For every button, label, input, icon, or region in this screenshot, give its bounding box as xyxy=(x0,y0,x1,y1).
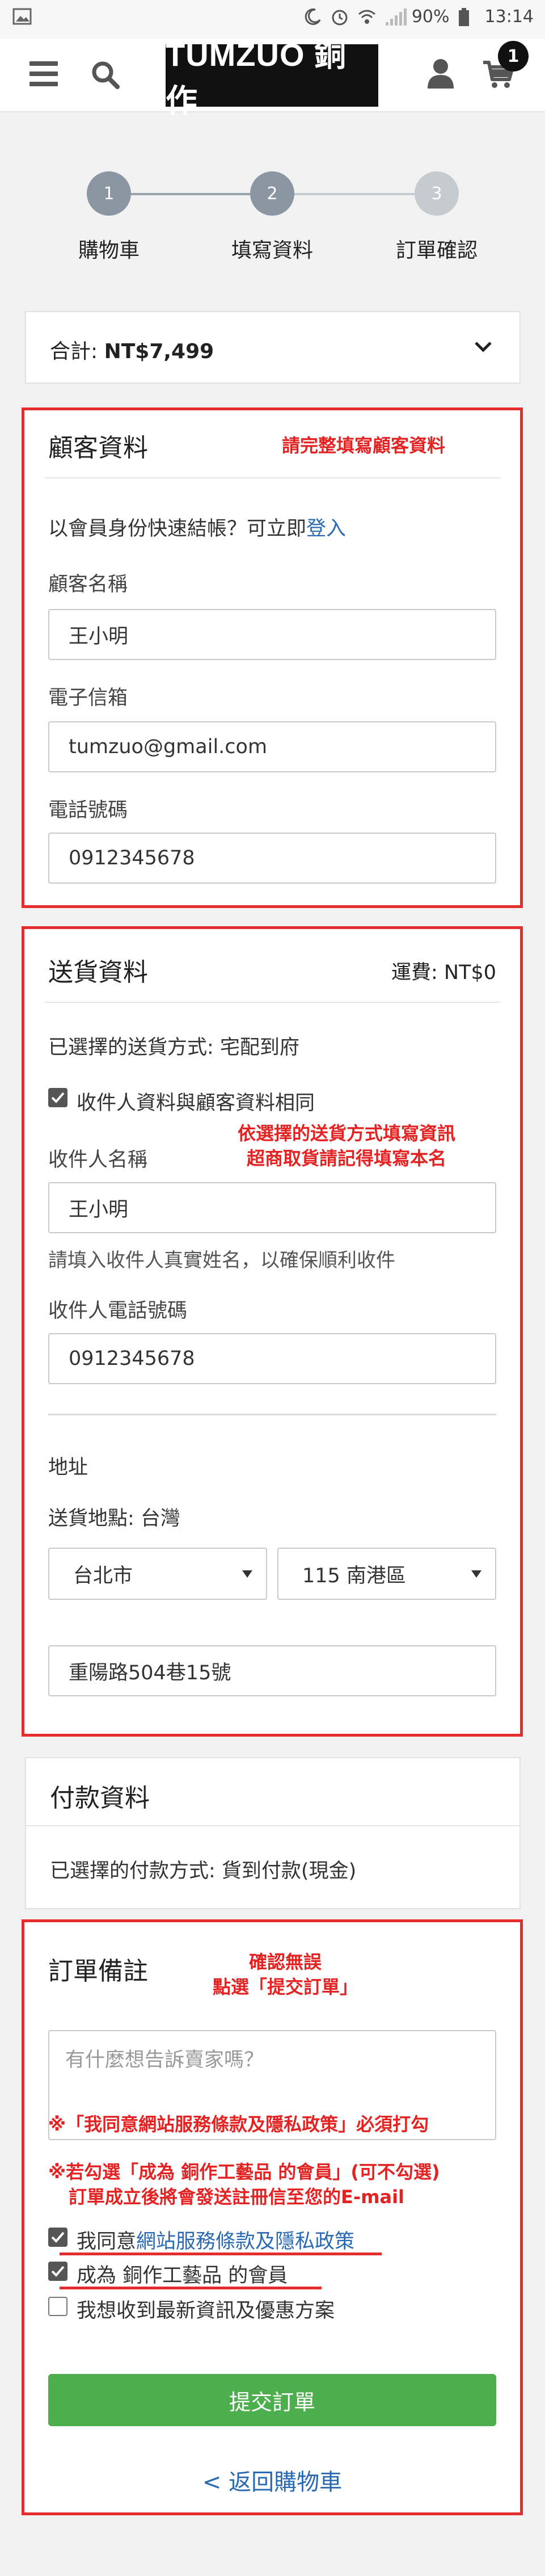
customer-section: 顧客資料 請完整填寫顧客資料 以會員身份快速結帳？可立即登入 顧客名稱 王小明 … xyxy=(22,407,523,908)
member-optional-note-line1: ※若勾選「成為 銅作工藝品 的會員」(可不勾選) xyxy=(48,2161,440,2183)
checkout-steps: 1 2 3 購物車 填寫資料 訂單確認 xyxy=(0,159,545,272)
delivery-location: 送貨地點: 台灣 xyxy=(48,1507,180,1530)
newsletter-label: 我想收到最新資訊及優惠方案 xyxy=(77,2300,335,2322)
district-select-value: 115 南港區 xyxy=(302,1564,406,1587)
become-member-checkbox[interactable] xyxy=(48,2262,67,2281)
step-2-circle: 2 xyxy=(250,171,294,216)
city-select[interactable]: 台北市 xyxy=(48,1548,267,1600)
clock-time: 13:14 xyxy=(484,7,534,27)
payment-title: 付款資料 xyxy=(50,1784,150,1813)
submit-order-button[interactable]: 提交訂單 xyxy=(48,2374,496,2426)
step-3-circle: 3 xyxy=(415,171,459,216)
payment-method: 已選擇的付款方式: 貨到付款(現金) xyxy=(50,1860,357,1882)
login-prompt-text: 以會員身份快速結帳？可立即 xyxy=(48,518,307,540)
recipient-phone-label: 收件人電話號碼 xyxy=(48,1300,188,1322)
gallery-icon xyxy=(12,8,32,27)
login-link[interactable]: 登入 xyxy=(306,518,346,540)
caret-down-icon xyxy=(471,1570,481,1578)
newsletter-checkbox[interactable] xyxy=(48,2297,67,2316)
site-header: TUMZUO 銅作 1 xyxy=(0,37,545,119)
shipping-annotation: 依選擇的送貨方式填寫資訊 超商取貨請記得填寫本名 xyxy=(205,1121,488,1171)
order-notes-title: 訂單備註 xyxy=(48,1957,148,1986)
address-divider xyxy=(48,1414,496,1415)
same-as-customer-checkbox[interactable] xyxy=(48,1088,67,1107)
customer-annotation: 請完整填寫顧客資料 xyxy=(281,435,445,456)
shipping-section: 送貨資料 運費: NT$0 已選擇的送貨方式: 宅配到府 收件人資料與顧客資料相… xyxy=(22,926,523,1737)
submit-annotation-line2: 點選「提交訂單」 xyxy=(212,1976,358,1998)
customer-email-label: 電子信箱 xyxy=(48,687,128,709)
shipping-title: 送貨資料 xyxy=(48,958,148,987)
total-amount: NT$7,499 xyxy=(104,340,214,363)
submit-annotation-line1: 確認無誤 xyxy=(248,1951,322,1973)
customer-phone-input[interactable]: 0912345678 xyxy=(48,833,496,884)
total-label: 合計: xyxy=(50,340,98,363)
shipping-annotation-line2: 超商取貨請記得填寫本名 xyxy=(246,1148,446,1169)
step-1-label: 購物車 xyxy=(78,239,140,262)
shipping-method: 已選擇的送貨方式: 宅配到府 xyxy=(48,1036,299,1059)
signal-icon xyxy=(385,7,407,27)
become-member-label: 成為 銅作工藝品 的會員 xyxy=(77,2264,288,2287)
order-total-card[interactable]: 合計: NT$7,499 xyxy=(25,311,521,384)
customer-name-input[interactable]: 王小明 xyxy=(48,609,496,660)
customer-title: 顧客資料 xyxy=(48,434,148,463)
member-optional-note-line2: 訂單成立後將會發送註冊信至您的E-mail xyxy=(69,2186,405,2208)
back-to-cart-link[interactable]: < 返回購物車 xyxy=(24,2464,520,2497)
login-prompt: 以會員身份快速結帳？可立即登入 xyxy=(48,512,346,541)
terms-link[interactable]: 網站服務條款及隱私政策 xyxy=(136,2230,354,2253)
recipient-name-input[interactable]: 王小明 xyxy=(48,1182,496,1233)
recipient-phone-input[interactable]: 0912345678 xyxy=(48,1333,496,1384)
cart-count-badge: 1 xyxy=(498,41,529,72)
district-select[interactable]: 115 南港區 xyxy=(277,1548,496,1600)
customer-phone-label: 電話號碼 xyxy=(48,799,128,822)
city-select-value: 台北市 xyxy=(73,1564,133,1587)
step-3-label: 訂單確認 xyxy=(395,239,478,262)
same-as-customer-label: 收件人資料與顧客資料相同 xyxy=(77,1092,315,1115)
user-icon[interactable] xyxy=(426,58,455,92)
recipient-hint: 請填入收件人真實姓名，以確保順利收件 xyxy=(48,1249,395,1272)
agree-required-note: ※「我同意網站服務條款及隱私政策」必須打勾 xyxy=(48,2113,429,2135)
customer-name-label: 顧客名稱 xyxy=(48,573,128,596)
order-total: 合計: NT$7,499 xyxy=(50,335,214,364)
step-1-circle: 1 xyxy=(87,171,131,216)
payment-section: 付款資料 已選擇的付款方式: 貨到付款(現金) xyxy=(25,1757,521,1909)
caret-down-icon xyxy=(242,1570,252,1578)
section-divider xyxy=(45,477,501,478)
section-divider xyxy=(45,1002,501,1003)
wifi-icon xyxy=(357,7,377,27)
customer-email-input[interactable]: tumzuo@gmail.com xyxy=(48,721,496,772)
agree-terms-checkbox[interactable] xyxy=(48,2228,67,2247)
alarm-icon xyxy=(330,7,349,27)
order-note-placeholder: 有什麼想告訴賣家嗎？ xyxy=(65,2049,264,2071)
step-connector xyxy=(272,193,437,195)
moon-icon xyxy=(303,7,322,27)
chevron-down-icon[interactable] xyxy=(474,341,492,355)
order-notes-section: 訂單備註 確認無誤 點選「提交訂單」 有什麼想告訴賣家嗎？ ※「我同意網站服務條… xyxy=(22,1919,523,2515)
address-input[interactable]: 重陽路504巷15號 xyxy=(48,1645,496,1696)
recipient-name-label: 收件人名稱 xyxy=(48,1149,148,1171)
agree-terms-prefix: 我同意 xyxy=(77,2230,137,2253)
submit-annotation: 確認無誤 點選「提交訂單」 xyxy=(178,1949,393,1999)
section-divider xyxy=(26,1825,519,1826)
member-underline xyxy=(60,2287,322,2289)
step-2-label: 填寫資料 xyxy=(231,239,313,262)
battery-icon xyxy=(458,7,477,27)
agree-underline xyxy=(60,2253,382,2255)
shipping-fee: 運費: NT$0 xyxy=(391,961,496,984)
battery-percent: 90% xyxy=(411,7,450,27)
shipping-annotation-line1: 依選擇的送貨方式填寫資訊 xyxy=(237,1123,455,1144)
site-logo[interactable]: TUMZUO 銅作 xyxy=(166,37,378,119)
address-label: 地址 xyxy=(48,1456,88,1479)
member-optional-note: ※若勾選「成為 銅作工藝品 的會員」(可不勾選) 訂單成立後將會發送註冊信至您的… xyxy=(48,2159,519,2209)
step-connector xyxy=(109,193,272,195)
menu-icon[interactable] xyxy=(29,61,58,86)
search-icon[interactable] xyxy=(91,60,120,92)
agree-terms-label: 我同意網站服務條款及隱私政策 xyxy=(77,2225,354,2254)
